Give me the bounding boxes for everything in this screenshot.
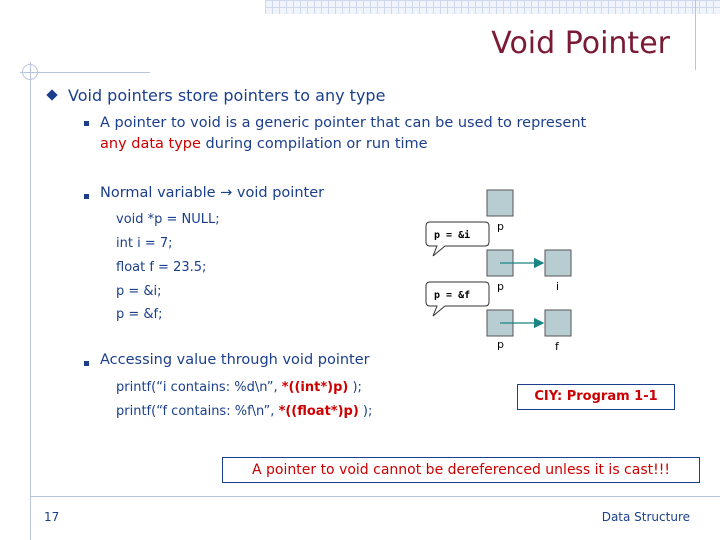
highlight-text: any data type [100, 136, 201, 152]
callout-text-2: p = &f [434, 290, 470, 301]
decor-horizontal-line [20, 72, 150, 73]
callout-text-1: p = &i [434, 229, 470, 241]
warning-note: A pointer to void cannot be dereferenced… [222, 457, 700, 483]
code-line: p = &i; [116, 284, 162, 299]
label-p-top: p [497, 220, 504, 233]
label-p-bottom: p [497, 338, 504, 351]
code-line: int i = 7; [116, 236, 173, 251]
square-bullet-icon [84, 194, 89, 199]
sub-bullet-text: during compilation or run time [200, 136, 428, 152]
diamond-bullet-icon [46, 89, 58, 101]
code-line-access-int: printf(“i contains: %d\n”, *((int*)p) ); [116, 380, 362, 395]
label-i: i [556, 280, 559, 293]
slide: Void Pointer Void pointers store pointer… [0, 0, 720, 540]
code-text: printf(“i contains: %d\n”, [116, 380, 282, 395]
footer-divider [30, 496, 720, 497]
square-bullet-icon [84, 121, 89, 126]
code-line-access-float: printf(“f contains: %f\n”, *((float*)p) … [116, 404, 372, 419]
decor-circle [22, 64, 38, 80]
sub-bullet-generic-pointer: A pointer to void is a generic pointer t… [100, 113, 586, 155]
sub-bullet-normal-variable: Normal variable → void pointer [100, 185, 325, 201]
ciy-program-label: CIY: Program 1-1 [517, 384, 675, 410]
code-line: float f = 23.5; [116, 260, 207, 275]
decor-vertical-line [30, 62, 31, 540]
grid-decoration [265, 0, 720, 14]
pointer-diagram: p = &i p = &f p p i p f [425, 184, 585, 358]
int-box [544, 249, 572, 277]
cast-expression: *((float*)p) [278, 404, 359, 419]
label-p-mid: p [497, 280, 504, 293]
code-text: printf(“f contains: %f\n”, [116, 404, 279, 419]
code-line: p = &f; [116, 307, 163, 322]
bullet-level1: Void pointers store pointers to any type [46, 86, 386, 105]
page-number: 17 [44, 510, 60, 524]
footer-title: Data Structure [601, 510, 690, 524]
slide-title: Void Pointer [491, 26, 670, 61]
code-text: ); [348, 380, 362, 395]
sub-bullet-text: A pointer to void is a generic pointer t… [100, 115, 587, 131]
code-line: void *p = NULL; [116, 212, 220, 227]
code-text: ); [358, 404, 373, 419]
cast-expression: *((int*)p) [281, 380, 349, 395]
label-f: f [555, 340, 560, 353]
pointer-box-top [486, 189, 514, 217]
decor-right-line [695, 0, 696, 70]
bullet-text: Void pointers store pointers to any type [68, 86, 386, 105]
float-box [544, 309, 572, 337]
square-bullet-icon [84, 361, 89, 366]
sub-bullet-accessing: Accessing value through void pointer [100, 352, 370, 368]
